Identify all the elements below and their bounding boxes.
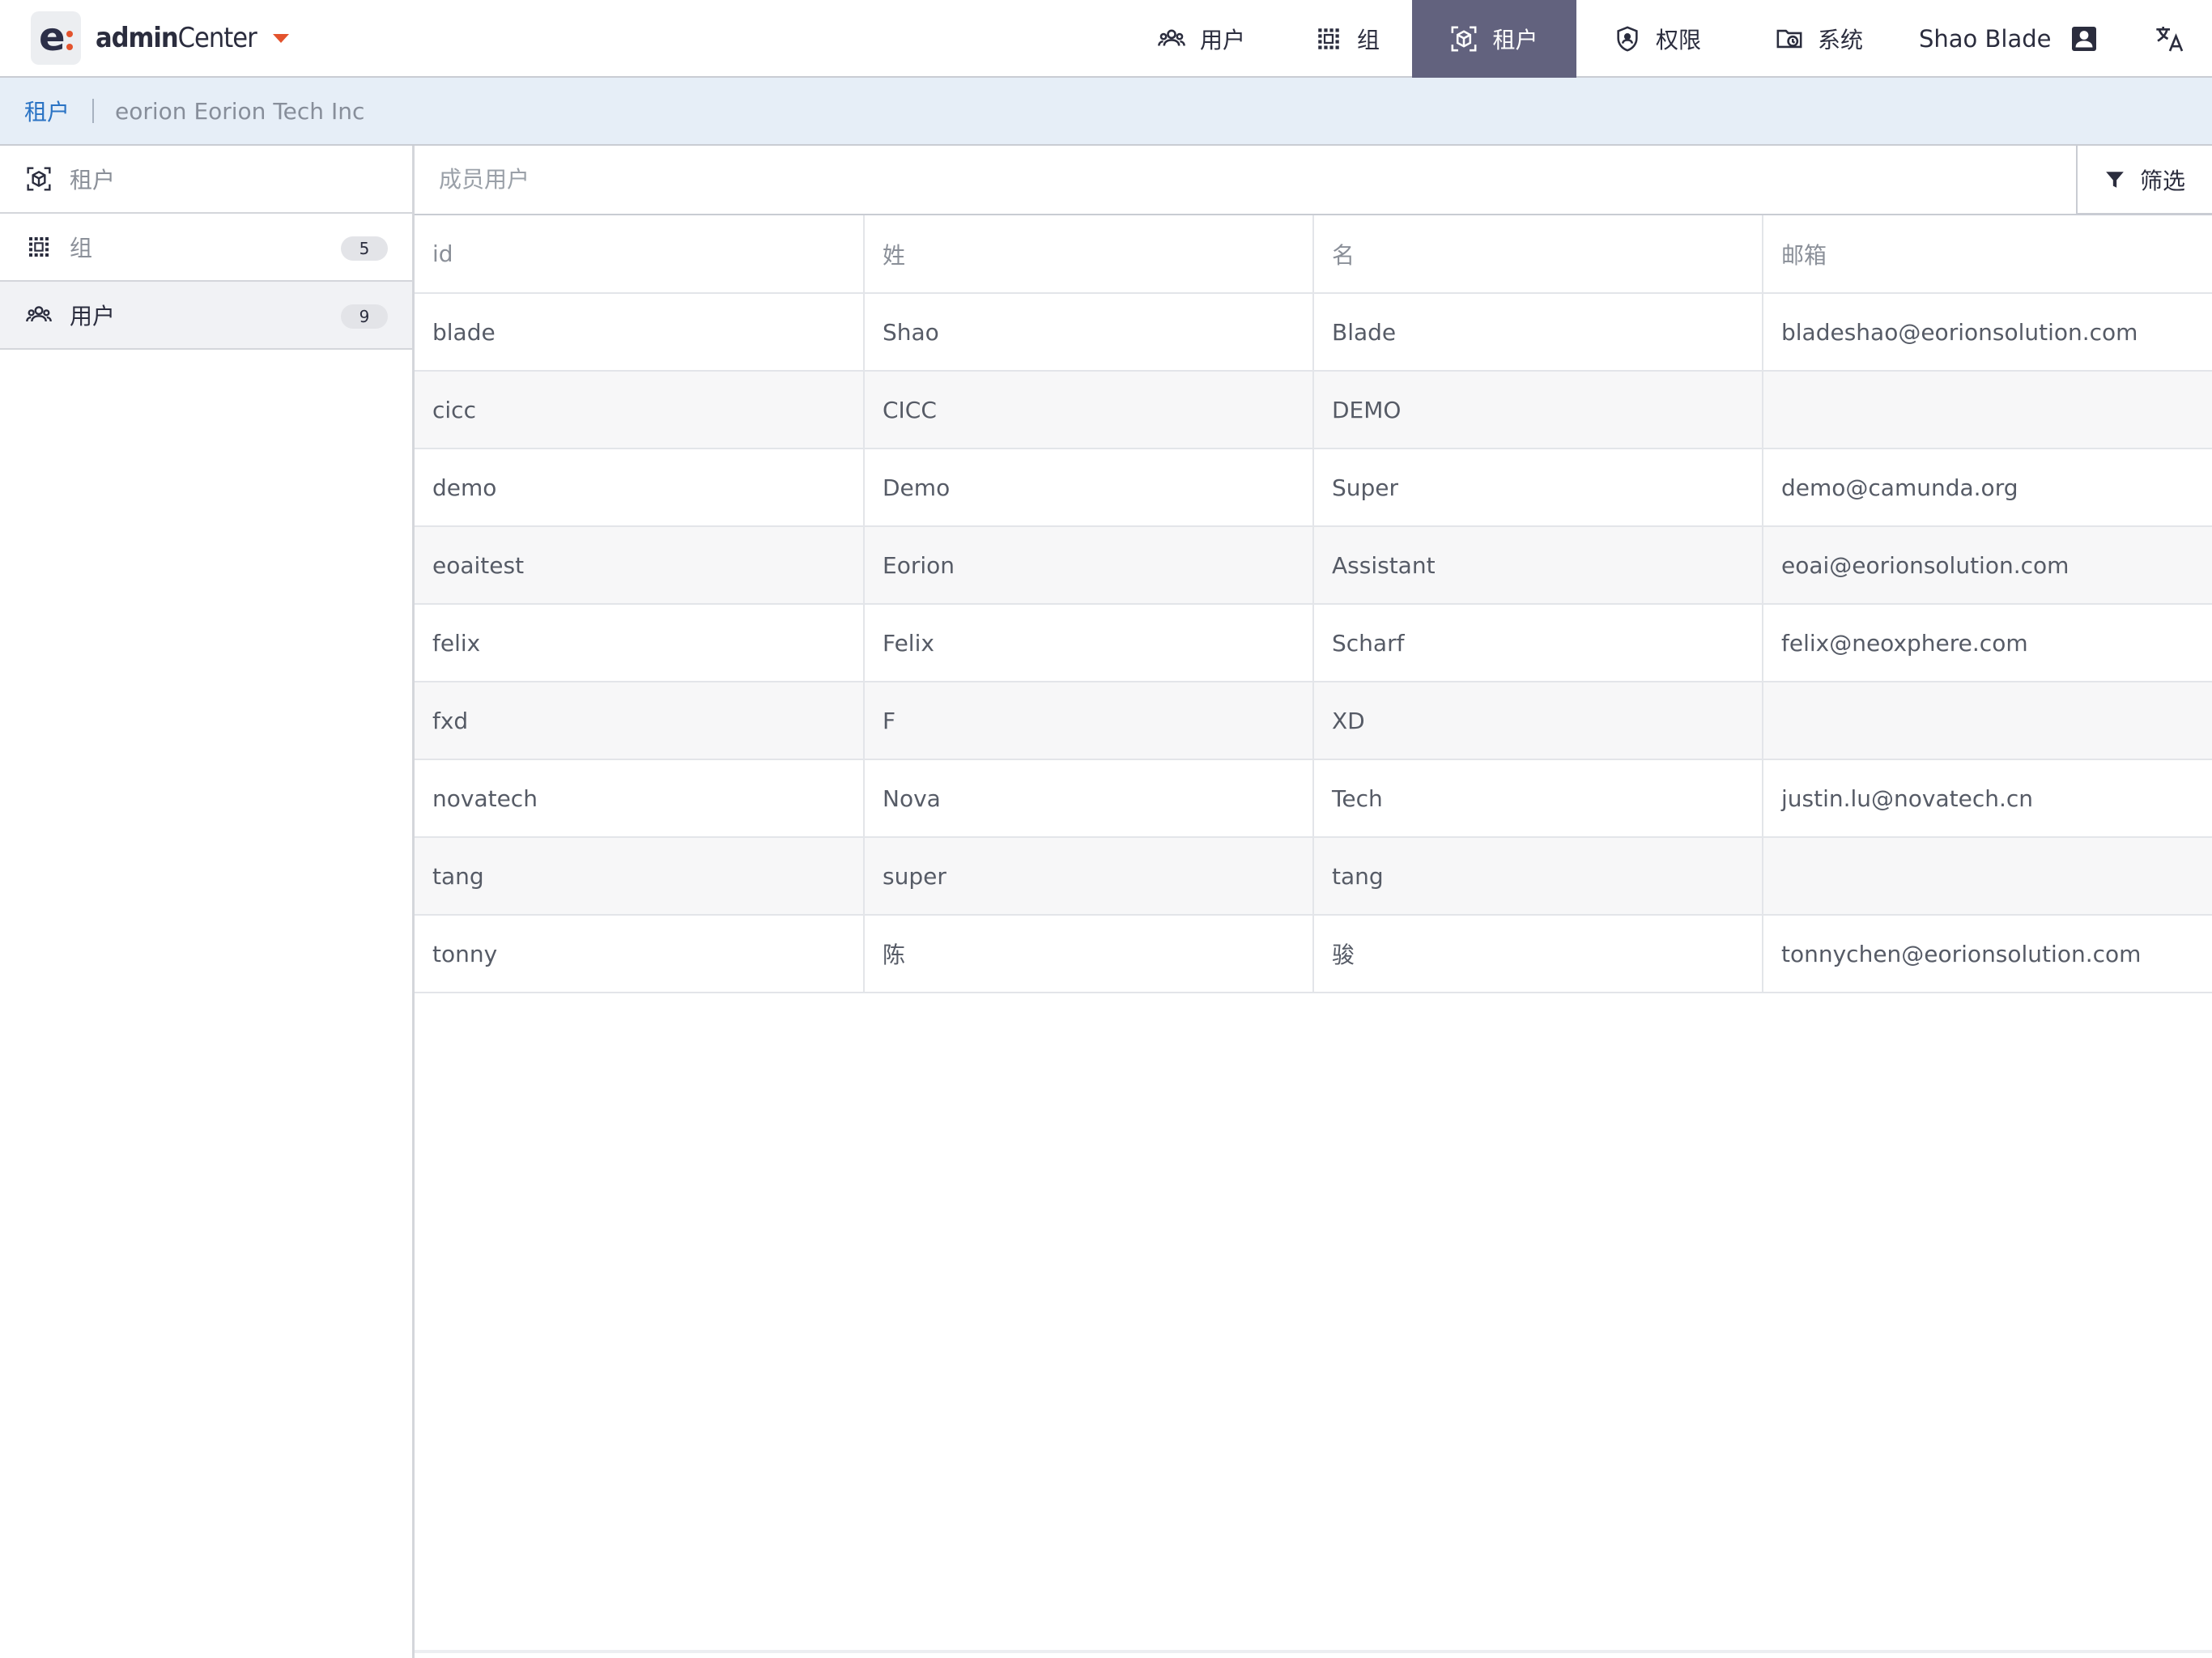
- filter-label: 筛选: [2139, 167, 2185, 194]
- sidebar-item-label: 用户: [70, 303, 116, 329]
- table-row[interactable]: novatech Nova Tech justin.lu@novatech.cn: [415, 759, 2212, 838]
- app-title: adminCenter: [96, 22, 257, 54]
- cell-last-name: Shao: [864, 293, 1314, 372]
- cell-email: [1763, 837, 2212, 916]
- table-row[interactable]: cicc CICC DEMO: [415, 371, 2212, 449]
- system-folder-icon: [1776, 29, 1802, 49]
- table-row[interactable]: blade Shao Blade bladeshao@eorionsolutio…: [415, 293, 2212, 372]
- sidebar-item-users[interactable]: 用户 9: [0, 282, 412, 350]
- cell-last-name: F: [864, 682, 1314, 760]
- breadcrumb-current: eorion Eorion Tech Inc: [115, 97, 365, 125]
- cell-id[interactable]: tonny: [415, 915, 865, 993]
- cell-last-name: super: [864, 837, 1314, 916]
- logo: e: [31, 11, 81, 65]
- cell-email: bladeshao@eorionsolution.com: [1763, 293, 2212, 372]
- count-badge: 5: [341, 236, 388, 261]
- cell-first-name: Super: [1313, 449, 1763, 527]
- cell-email: eoai@eorionsolution.com: [1763, 526, 2212, 605]
- cell-id[interactable]: fxd: [415, 682, 865, 760]
- cell-id[interactable]: blade: [415, 293, 865, 372]
- sidebar-item-tenant[interactable]: 租户: [0, 146, 412, 214]
- count-badge: 9: [341, 304, 388, 329]
- nav-system[interactable]: 系统: [1738, 0, 1900, 78]
- tenant-cube-icon: [1452, 26, 1477, 52]
- cell-email: [1763, 682, 2212, 760]
- group-grid-icon: [29, 237, 49, 257]
- breadcrumb-separator: [92, 99, 95, 123]
- cell-id[interactable]: tang: [415, 837, 865, 916]
- breadcrumb-tenants-link[interactable]: 租户: [24, 95, 70, 127]
- nav-users[interactable]: 用户: [1121, 0, 1283, 78]
- app-brand[interactable]: e adminCenter: [31, 11, 289, 65]
- cell-last-name: 陈: [864, 915, 1314, 993]
- cell-email: justin.lu@novatech.cn: [1763, 759, 2212, 838]
- search-bar: 筛选: [415, 145, 2212, 215]
- table-row[interactable]: fxd F XD: [415, 682, 2212, 760]
- nav-groups-label: 组: [1356, 27, 1380, 53]
- users-icon: [26, 306, 52, 322]
- nav-groups[interactable]: 组: [1283, 0, 1412, 78]
- users-icon: [1158, 29, 1185, 46]
- table-header-row: id 姓 名 邮箱: [415, 215, 2212, 294]
- user-menu[interactable]: Shao Blade: [1919, 0, 2113, 78]
- shield-icon: [1617, 26, 1638, 52]
- user-name: Shao Blade: [1919, 25, 2052, 53]
- nav-authorizations-label: 权限: [1655, 27, 1701, 53]
- cell-email: demo@camunda.org: [1763, 449, 2212, 527]
- cell-first-name: DEMO: [1313, 371, 1763, 449]
- table-row[interactable]: demo Demo Super demo@camunda.org: [415, 449, 2212, 527]
- nav-authorizations[interactable]: 权限: [1576, 0, 1738, 78]
- cell-email: tonnychen@eorionsolution.com: [1763, 915, 2212, 993]
- table-row[interactable]: felix Felix Scharf felix@neoxphere.com: [415, 604, 2212, 682]
- nav-tenants[interactable]: 租户: [1412, 0, 1576, 78]
- translate-icon[interactable]: [2154, 23, 2186, 55]
- cell-first-name: XD: [1313, 682, 1763, 760]
- cell-first-name: Assistant: [1313, 526, 1763, 605]
- cell-first-name: 骏: [1313, 915, 1763, 993]
- filter-icon: [2106, 171, 2124, 188]
- filter-button[interactable]: 筛选: [2076, 145, 2212, 214]
- cell-email: [1763, 371, 2212, 449]
- cell-id[interactable]: cicc: [415, 371, 865, 449]
- cell-id[interactable]: felix: [415, 604, 865, 682]
- cell-id[interactable]: demo: [415, 449, 865, 527]
- table-row[interactable]: eoaitest Eorion Assistant eoai@eorionsol…: [415, 526, 2212, 605]
- breadcrumb: 租户 eorion Eorion Tech Inc: [0, 78, 2212, 146]
- tenant-cube-icon: [27, 167, 51, 191]
- column-header-id[interactable]: id: [415, 215, 865, 294]
- group-grid-icon: [1318, 28, 1339, 49]
- member-search-input[interactable]: [415, 145, 2076, 214]
- members-table: id 姓 名 邮箱 blade Shao Blade bladeshao@eor…: [415, 215, 2212, 993]
- nav-tenants-label: 租户: [1492, 27, 1538, 53]
- column-header-last-name[interactable]: 姓: [864, 215, 1314, 294]
- sidebar-item-label: 租户: [70, 167, 116, 193]
- cell-id[interactable]: novatech: [415, 759, 865, 838]
- top-header: e adminCenter 用户 组 租户 权限 系统 Shao Blade: [0, 0, 2212, 78]
- cell-last-name: CICC: [864, 371, 1314, 449]
- app-switcher-caret-icon[interactable]: [272, 33, 289, 43]
- cell-email: felix@neoxphere.com: [1763, 604, 2212, 682]
- sidebar-item-groups[interactable]: 组 5: [0, 214, 412, 282]
- column-header-first-name[interactable]: 名: [1313, 215, 1763, 294]
- table-footer-divider: [415, 1650, 2212, 1653]
- cell-last-name: Demo: [864, 449, 1314, 527]
- table-row[interactable]: tonny 陈 骏 tonnychen@eorionsolution.com: [415, 915, 2212, 993]
- cell-last-name: Felix: [864, 604, 1314, 682]
- cell-first-name: Scharf: [1313, 604, 1763, 682]
- nav-users-label: 用户: [1199, 27, 1245, 53]
- cell-first-name: Tech: [1313, 759, 1763, 838]
- cell-first-name: Blade: [1313, 293, 1763, 372]
- column-header-email[interactable]: 邮箱: [1763, 215, 2212, 294]
- cell-id[interactable]: eoaitest: [415, 526, 865, 605]
- main-panel: 筛选 id 姓 名 邮箱 blade Shao Blade bladeshao@…: [415, 145, 2212, 1658]
- sidebar-item-label: 组: [70, 235, 93, 261]
- sidebar: 租户 组 5 用户 9: [0, 146, 415, 1658]
- cell-last-name: Nova: [864, 759, 1314, 838]
- cell-first-name: tang: [1313, 837, 1763, 916]
- nav-system-label: 系统: [1817, 27, 1863, 53]
- table-row[interactable]: tang super tang: [415, 837, 2212, 916]
- account-box-icon: [2071, 27, 2096, 51]
- cell-last-name: Eorion: [864, 526, 1314, 605]
